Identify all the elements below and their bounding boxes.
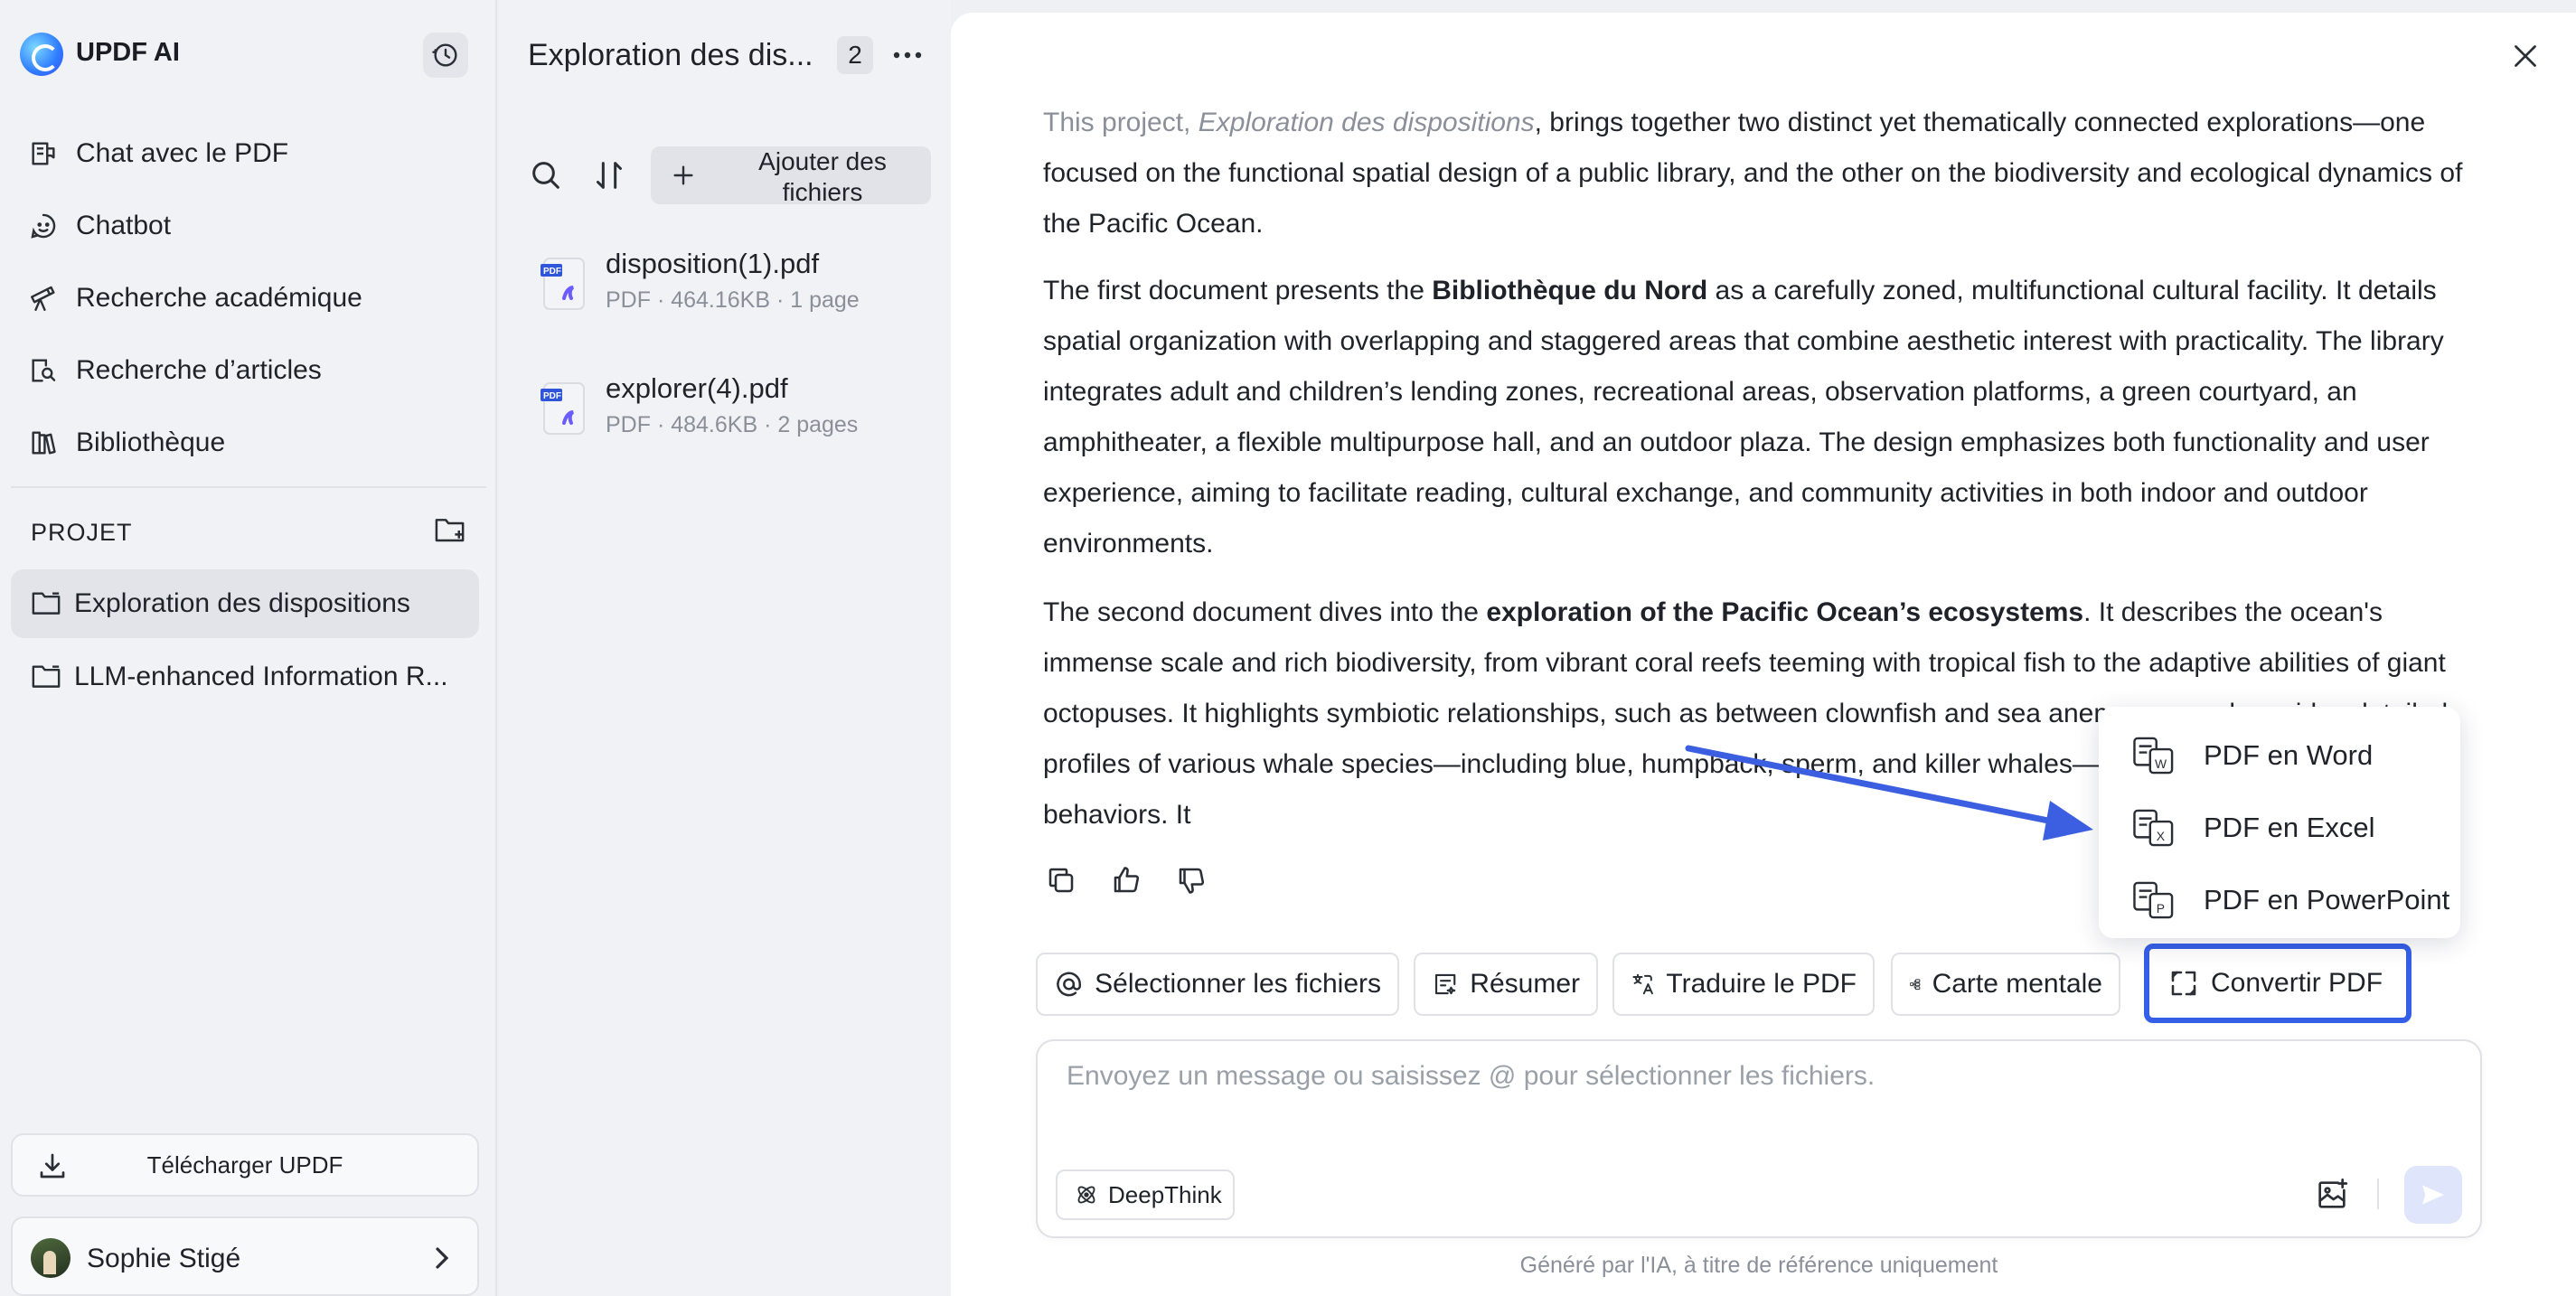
add-files-button[interactable]: Ajouter des fichiers <box>651 146 931 206</box>
menu-item-pdf-to-powerpoint[interactable]: P PDF en PowerPoint <box>2131 875 2449 925</box>
project-folder-icon <box>32 592 61 615</box>
nav-label: Chatbot <box>76 211 172 240</box>
file-meta: PDF · 484.6KB · 2 pages <box>606 412 859 437</box>
pdf-file-icon: PDF <box>537 255 588 313</box>
search-icon <box>532 162 559 189</box>
download-label: Télécharger UPDF <box>146 1150 343 1179</box>
more-options-button[interactable] <box>889 42 926 69</box>
app-name: UPDF AI <box>76 38 180 67</box>
mind-map-chip[interactable]: Carte mentale <box>1891 953 2120 1016</box>
chatbot-icon <box>27 210 60 242</box>
updf-logo-icon <box>20 33 63 76</box>
chevron-right-icon <box>430 1245 452 1271</box>
message-composer: Envoyez un message ou saisissez @ pour s… <box>1036 1039 2482 1238</box>
pdf-to-word-icon: W <box>2133 737 2174 775</box>
file-item[interactable]: PDF explorer(4).pdf PDF · 484.6KB · 2 pa… <box>537 372 935 454</box>
telescope-icon <box>27 282 60 315</box>
thumbs-up-button[interactable] <box>1110 864 1142 897</box>
svg-text:X: X <box>2157 829 2165 843</box>
pdf-file-icon: PDF <box>537 380 588 437</box>
mind-map-icon <box>1910 979 1921 991</box>
file-name: disposition(1).pdf <box>606 248 820 279</box>
convert-icon <box>2171 971 2196 996</box>
nav-label: Chat avec le PDF <box>76 138 289 168</box>
download-updf-button[interactable]: Télécharger UPDF <box>11 1133 479 1197</box>
response-paragraph-1: This project, Exploration des dispositio… <box>1043 108 2463 239</box>
nav-academic-search[interactable]: Recherche académique <box>27 271 362 325</box>
file-meta: PDF · 464.16KB · 1 page <box>606 287 860 313</box>
copy-icon <box>1048 868 1074 893</box>
article-search-icon <box>27 354 60 387</box>
response-paragraph-2: The first document presents the Biblioth… <box>1043 276 2444 559</box>
project-label: Exploration des dispositions <box>74 588 410 618</box>
ai-disclaimer: Généré par l'IA, à titre de référence un… <box>1519 1253 1998 1278</box>
nav-label: Recherche d’articles <box>76 355 322 385</box>
convert-pdf-chip[interactable]: Convertir PDF <box>2144 944 2411 1023</box>
pdf-to-powerpoint-icon: P <box>2133 881 2174 919</box>
file-count-badge: 2 <box>837 36 873 74</box>
file-name: explorer(4).pdf <box>606 372 788 404</box>
copy-button[interactable] <box>1045 864 1077 897</box>
svg-text:PDF: PDF <box>543 267 561 277</box>
deepthink-toggle[interactable]: DeepThink <box>1056 1169 1235 1220</box>
translate-pdf-chip[interactable]: Traduire le PDF <box>1612 953 1875 1016</box>
project-title: Exploration des dis... <box>528 38 813 72</box>
image-upload-icon <box>2318 1179 2348 1208</box>
composer-divider <box>2377 1179 2379 1209</box>
at-sign-icon <box>1057 972 1081 997</box>
nav-article-search[interactable]: Recherche d’articles <box>27 343 322 398</box>
send-button[interactable] <box>2404 1166 2462 1224</box>
nav-label: Bibliothèque <box>76 427 226 457</box>
nav-chat-pdf[interactable]: Chat avec le PDF <box>27 127 288 181</box>
nav-library[interactable]: Bibliothèque <box>27 416 225 470</box>
sidebar-divider <box>11 486 486 488</box>
book-chat-icon <box>27 137 60 170</box>
project-item-llm[interactable]: LLM-enhanced Information R... <box>11 643 479 711</box>
pdf-to-excel-icon: X <box>2133 809 2174 847</box>
translate-icon <box>1632 973 1653 995</box>
sort-icon <box>597 162 622 189</box>
message-input[interactable]: Envoyez un message ou saisissez @ pour s… <box>1067 1061 2422 1092</box>
summarize-icon <box>1434 973 1456 995</box>
more-dots-icon <box>893 52 922 59</box>
close-button[interactable] <box>2509 40 2542 72</box>
search-files-button[interactable] <box>528 157 564 193</box>
annotation-arrow-icon <box>1685 745 2093 841</box>
file-item[interactable]: PDF disposition(1).pdf PDF · 464.16KB · … <box>537 248 935 329</box>
history-icon <box>432 43 457 67</box>
thumbs-down-button[interactable] <box>1175 864 1208 897</box>
add-files-label: Ajouter des fichiers <box>758 147 887 206</box>
user-name: Sophie Stigé <box>87 1244 241 1273</box>
sort-button[interactable] <box>591 157 627 193</box>
svg-text:PDF: PDF <box>543 391 561 401</box>
nav-label: Recherche académique <box>76 283 362 313</box>
history-button[interactable] <box>423 33 468 78</box>
project-folder-icon <box>32 665 61 688</box>
avatar <box>31 1238 71 1278</box>
menu-item-pdf-to-word[interactable]: W PDF en Word <box>2131 730 2373 781</box>
project-label: LLM-enhanced Information R... <box>74 662 448 691</box>
project-heading: PROJET <box>31 519 133 546</box>
svg-text:W: W <box>2155 756 2167 771</box>
project-item-exploration[interactable]: Exploration des dispositions <box>11 569 479 638</box>
thumbs-down-icon <box>1179 868 1205 894</box>
plus-icon <box>669 161 698 190</box>
svg-text:P: P <box>2157 901 2165 916</box>
summarize-chip[interactable]: Résumer <box>1414 953 1598 1016</box>
thumbs-up-icon <box>1114 867 1140 893</box>
select-files-chip[interactable]: Sélectionner les fichiers <box>1036 953 1399 1016</box>
new-folder-button[interactable] <box>434 515 470 548</box>
user-profile-button[interactable]: Sophie Stigé <box>11 1216 479 1296</box>
attach-image-button[interactable] <box>2314 1177 2350 1213</box>
atom-icon <box>1077 1186 1095 1204</box>
library-icon <box>27 427 60 459</box>
nav-chatbot[interactable]: Chatbot <box>27 199 171 253</box>
close-icon <box>2515 45 2536 67</box>
new-folder-icon <box>435 519 465 542</box>
convert-menu: W PDF en Word X PDF en Excel P PDF en Po… <box>2099 707 2460 938</box>
menu-item-pdf-to-excel[interactable]: X PDF en Excel <box>2131 803 2375 853</box>
send-icon <box>2422 1185 2444 1205</box>
